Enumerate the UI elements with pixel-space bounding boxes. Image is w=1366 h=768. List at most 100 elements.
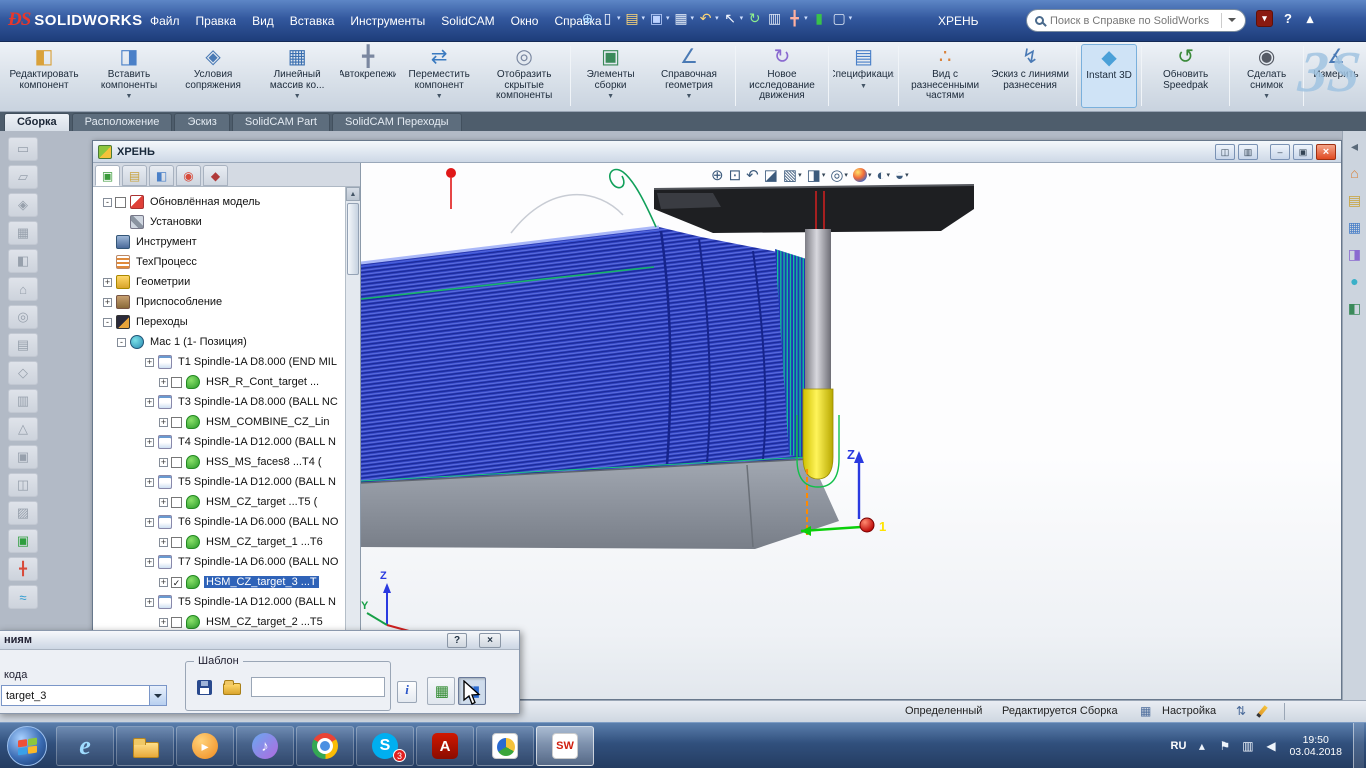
taskbar-skype[interactable]: S3 (356, 726, 414, 766)
tree-row[interactable]: +Инструмент (93, 232, 345, 252)
menu-item-5[interactable]: SolidCAM (433, 10, 502, 32)
search-input[interactable]: Поиск в Справке по SolidWorks (1050, 15, 1217, 27)
performance-button[interactable]: ▮ (810, 7, 829, 29)
show-desktop-button[interactable] (1353, 723, 1364, 768)
view-settings-button[interactable]: ◒▾ (893, 165, 911, 185)
save-button[interactable]: ▣▾ (647, 7, 671, 29)
tab-1[interactable]: Расположение (72, 113, 173, 131)
expand-box-icon[interactable]: + (145, 518, 154, 527)
update-speedpak-button[interactable]: ↺Обновить Speedpak (1146, 44, 1225, 108)
search-scope-button[interactable]: ▾ (1256, 10, 1273, 27)
expand-box-icon[interactable]: + (145, 398, 154, 407)
taskbar-internet-explorer[interactable]: e (56, 726, 114, 766)
tree-row[interactable]: +T5 Spindle-1A D12.000 (BALL N (93, 472, 345, 492)
checkbox[interactable] (115, 197, 126, 208)
window-button[interactable]: ▢▾ (830, 7, 854, 29)
view-orientation-button[interactable]: ▧▾ (781, 165, 804, 185)
network-icon[interactable]: ▥ (1240, 739, 1255, 753)
rebuild-button[interactable]: ↻ (745, 7, 764, 29)
menu-item-2[interactable]: Вид (244, 10, 282, 32)
expand-box-icon[interactable]: + (159, 498, 168, 507)
design-library-tab[interactable]: ▤ (1346, 191, 1364, 209)
tree-row[interactable]: +HSM_CZ_target_1 ...T6 (93, 532, 345, 552)
custom-properties-tab[interactable]: ◧ (1346, 299, 1364, 317)
tree-row[interactable]: +T4 Spindle-1A D12.000 (BALL N (93, 432, 345, 452)
show-hidden-components-button[interactable]: ◎Отобразить скрытые компоненты (482, 44, 566, 108)
take-snapshot-button[interactable]: ◉Сделать снимок▼ (1234, 44, 1299, 108)
taskbar-solidcam[interactable] (476, 726, 534, 766)
checkbox[interactable] (171, 377, 182, 388)
pencil-icon[interactable] (1256, 705, 1267, 718)
explode-line-sketch-button[interactable]: ↯Эскиз с линиями разнесения (988, 44, 1072, 108)
operation-name-combobox[interactable]: target_3 (1, 685, 167, 706)
tree-row[interactable]: +T5 Spindle-1A D12.000 (BALL N (93, 592, 345, 612)
reference-geometry-button[interactable]: ∠Справочная геометрия▼ (647, 44, 731, 108)
language-flag-icon[interactable]: ⚑ (1217, 739, 1232, 753)
left-tool-13[interactable]: ▨ (8, 501, 38, 525)
left-tool-8[interactable]: ◇ (8, 361, 38, 385)
collapse-box-icon[interactable]: - (103, 198, 112, 207)
checkbox[interactable] (171, 457, 182, 468)
section-view-button[interactable]: ◪ (762, 165, 780, 185)
search-dropdown-icon[interactable] (1228, 18, 1236, 26)
menu-item-0[interactable]: Файл (142, 10, 188, 32)
taskbar-windows-explorer[interactable] (116, 726, 174, 766)
language-indicator[interactable]: RU (1171, 740, 1187, 752)
checkbox[interactable] (171, 497, 182, 508)
save-template-button[interactable] (191, 675, 217, 699)
left-tool-3[interactable]: ▦ (8, 221, 38, 245)
checkbox[interactable] (171, 417, 182, 428)
checkbox[interactable] (171, 617, 182, 628)
left-tool-12[interactable]: ◫ (8, 473, 38, 497)
assembly-features-button[interactable]: ▣Элементы сборки▼ (575, 44, 646, 108)
file-explorer-tab[interactable]: ▦ (1346, 218, 1364, 236)
taskbar-adobe-reader[interactable]: A (416, 726, 474, 766)
dialog-title-bar[interactable]: ниям ? × (0, 631, 519, 650)
zoom-fit-button[interactable]: ⊕ (709, 165, 726, 185)
tree-scrollbar[interactable]: ▲ ▼ (345, 187, 360, 699)
tree-row[interactable]: +Установки (93, 212, 345, 232)
viewport-3d-canvas[interactable]: Z 1 Z Y X (361, 163, 1341, 699)
tree-row[interactable]: +T7 Spindle-1A D6.000 (BALL NO (93, 552, 345, 572)
hide-show-items-button[interactable]: ◎▾ (828, 165, 850, 185)
menu-item-1[interactable]: Правка (188, 10, 245, 32)
open-button[interactable]: ▤▾ (623, 7, 647, 29)
tab-0[interactable]: Сборка (4, 113, 70, 131)
mate-button[interactable]: ◈Условия сопряжения (172, 44, 254, 108)
property-manager-tab[interactable]: ◧ (149, 165, 174, 186)
expand-box-icon[interactable]: + (159, 418, 168, 427)
smart-fasteners-button[interactable]: ╋Автокрепежи (340, 44, 396, 108)
menu-item-4[interactable]: Инструменты (342, 10, 433, 32)
checkbox[interactable] (171, 537, 182, 548)
help-search-box[interactable]: Поиск в Справке по SolidWorks (1026, 9, 1246, 32)
template-input[interactable] (251, 677, 385, 697)
exploded-view-button[interactable]: ∴Вид с разнесенными частями (903, 44, 987, 108)
view-palette-tab[interactable]: ◨ (1346, 245, 1364, 263)
left-tool-11[interactable]: ▣ (8, 445, 38, 469)
appearances-scenes-tab[interactable]: ● (1346, 272, 1364, 290)
linear-component-pattern-button[interactable]: ▦Линейный массив ко...▼ (255, 44, 339, 108)
edit-appearance-button[interactable]: ▾ (851, 165, 874, 185)
tree-row[interactable]: +T1 Spindle-1A D8.000 (END MIL (93, 352, 345, 372)
solidcam-manager-tab[interactable]: ▣ (95, 165, 120, 186)
taskbar-chrome[interactable] (296, 726, 354, 766)
open-template-button[interactable] (219, 675, 245, 699)
undo-button[interactable]: ↶▾ (696, 7, 720, 29)
left-tool-7[interactable]: ▤ (8, 333, 38, 357)
tree-row[interactable]: +T6 Spindle-1A D6.000 (BALL NO (93, 512, 345, 532)
options-button[interactable]: ╋▾ (785, 7, 809, 29)
file-properties-button[interactable]: ▥ (765, 7, 784, 29)
display-style-button[interactable]: ◨▾ (805, 165, 828, 185)
viewport-pane-button[interactable]: ◫ (1215, 144, 1235, 160)
checkbox[interactable]: ✓ (171, 577, 182, 588)
expand-box-icon[interactable]: + (159, 538, 168, 547)
taskbar-media-player[interactable]: ▸ (176, 726, 234, 766)
left-tool-1[interactable]: ▱ (8, 165, 38, 189)
collapse-ribbon-button[interactable]: ▴ (1303, 11, 1317, 27)
tree-row[interactable]: +HSM_COMBINE_CZ_Lin (93, 412, 345, 432)
select-button[interactable]: ↖▾ (721, 7, 745, 29)
print-button[interactable]: ▦▾ (672, 7, 696, 29)
scroll-up-icon[interactable]: ▲ (346, 187, 360, 201)
expand-box-icon[interactable]: + (159, 578, 168, 587)
zoom-area-button[interactable]: ⊡ (727, 165, 744, 185)
